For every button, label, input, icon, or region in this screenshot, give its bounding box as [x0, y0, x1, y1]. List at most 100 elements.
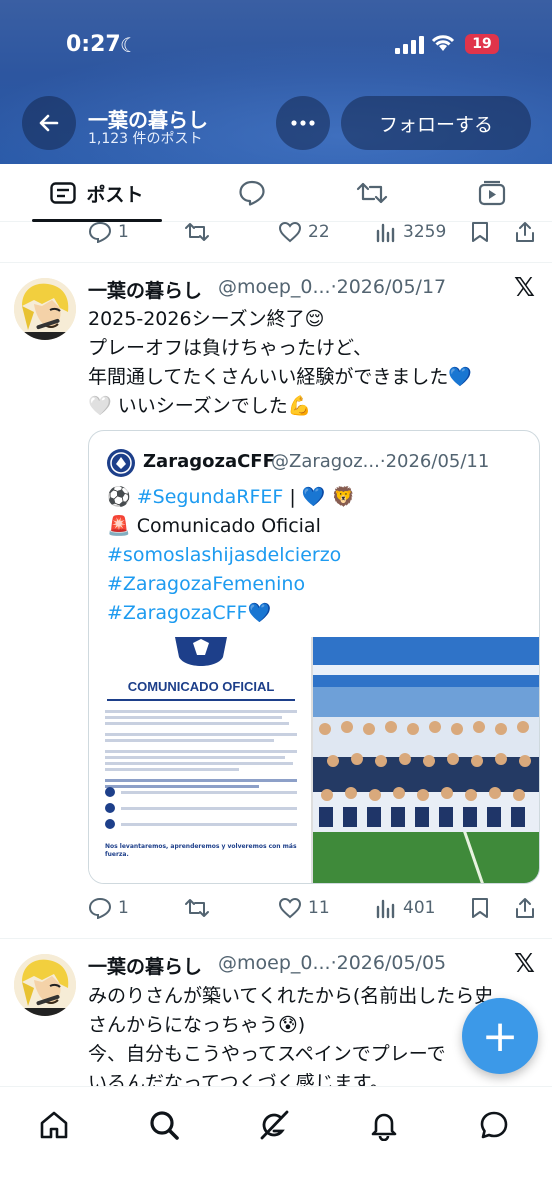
announcement-footer: Nos levantaremos, aprenderemos y volvere…	[105, 843, 297, 858]
signal-icon	[395, 36, 424, 54]
bookmark-action[interactable]	[470, 221, 490, 243]
crest-logo	[175, 637, 227, 666]
views-icon	[376, 899, 395, 919]
battery-indicator: 19	[465, 34, 499, 54]
tab-posts-label: ポスト	[86, 183, 144, 206]
avatar-image	[14, 954, 76, 1016]
x-logo-icon: 𝕏	[514, 273, 535, 303]
notifications-icon	[371, 1113, 397, 1141]
nav-grok[interactable]	[254, 1105, 294, 1145]
x-logo-icon: 𝕏	[514, 949, 535, 979]
nav-messages[interactable]	[474, 1105, 514, 1145]
quoted-author-name: ZaragozaCFF	[143, 451, 275, 472]
like-action[interactable]: 11	[278, 897, 330, 919]
hashtag-link[interactable]: #ZaragozaFemenino	[107, 570, 355, 599]
reposts-icon	[356, 182, 388, 204]
plus-icon: +	[481, 1010, 519, 1062]
tab-reposts[interactable]	[352, 164, 392, 222]
share-action[interactable]	[514, 897, 536, 919]
hashtag-link[interactable]: #ZaragozaCFF💙	[107, 599, 355, 628]
hashtag-link[interactable]: #SegundaRFEF	[137, 486, 284, 508]
post-line: 2025-2026シーズン終了😌	[88, 308, 325, 330]
quoted-line-tail: | 💙 🦁	[283, 486, 356, 508]
profile-tabs: ポスト	[0, 164, 552, 222]
post-meta: @moep_0...·2026/05/17	[218, 276, 447, 298]
soccer-ball-icon: ⚽️	[107, 486, 131, 508]
prev-post-actions: 1 22 3259	[88, 217, 538, 247]
quoted-post[interactable]: ZaragozaCFF @Zaragoz...·2026/05/11 ⚽️ #S…	[88, 430, 540, 884]
reply-action[interactable]: 1	[88, 221, 129, 243]
status-time: 0:27	[66, 32, 121, 57]
reply-count: 1	[118, 898, 129, 918]
views-count: 3259	[403, 222, 447, 242]
team-photo[interactable]	[313, 637, 539, 883]
back-button[interactable]	[22, 96, 76, 150]
like-count: 11	[308, 898, 330, 918]
more-options-button[interactable]	[276, 96, 330, 150]
quoted-media: COMUNICADO OFICIAL Nos levantaremos, apr…	[89, 637, 539, 883]
avatar[interactable]	[14, 278, 76, 340]
nav-search[interactable]	[144, 1105, 184, 1145]
post-text: 2025-2026シーズン終了😌 プレーオフは負けちゃったけど、 年間通してたく…	[88, 305, 538, 421]
announcement-bullets	[105, 787, 297, 835]
follow-button[interactable]: フォローする	[341, 96, 531, 150]
quoted-avatar	[107, 449, 135, 477]
heart-icon	[278, 221, 302, 243]
hashtag-link[interactable]: #somoslashijasdelcierzo	[107, 541, 355, 570]
announcement-body	[105, 707, 297, 791]
tab-posts[interactable]: ポスト	[32, 164, 162, 222]
avatar-image	[14, 278, 76, 340]
share-icon	[516, 222, 534, 242]
repost-action[interactable]	[184, 897, 210, 919]
back-arrow-icon	[39, 114, 59, 132]
repost-icon	[185, 899, 209, 917]
views-count: 401	[403, 898, 436, 918]
bookmark-action[interactable]	[470, 897, 490, 919]
post-author-name[interactable]: 一葉の暮らし	[88, 276, 202, 303]
post-line: 🤍 いいシーズンでした💪	[88, 395, 312, 417]
reply-count: 1	[118, 222, 129, 242]
reply-action[interactable]: 1	[88, 897, 129, 919]
tab-video[interactable]	[472, 164, 512, 222]
quoted-text: ⚽️ #SegundaRFEF | 💙 🦁 🚨 Comunicado Ofici…	[107, 483, 355, 628]
tab-replies[interactable]	[232, 164, 272, 222]
profile-header: 0:27 ☾ 19 一葉の暮らし 1,123 件のポスト フォローする	[0, 0, 552, 164]
post-divider	[0, 938, 552, 939]
nav-notifications[interactable]	[364, 1105, 404, 1145]
messages-icon	[480, 1111, 508, 1139]
announcement-heading: COMUNICADO OFICIAL	[127, 679, 275, 694]
team-photo-image	[313, 637, 539, 883]
posts-icon	[50, 182, 77, 204]
like-action[interactable]: 22	[278, 221, 330, 243]
post-line: 年間通してたくさんいい経験ができました💙	[88, 366, 473, 388]
home-icon	[40, 1111, 68, 1139]
bottom-nav	[0, 1086, 552, 1200]
reply-icon	[88, 897, 112, 919]
nav-home[interactable]	[34, 1105, 74, 1145]
battery-level: 19	[472, 36, 492, 52]
share-icon	[516, 898, 534, 918]
post-meta: @moep_0...·2026/05/05	[218, 952, 447, 974]
wifi-icon	[431, 35, 455, 51]
views-action[interactable]: 3259	[375, 221, 446, 243]
status-bar: 0:27 ☾ 19	[0, 0, 552, 90]
post-divider	[0, 262, 552, 263]
share-action[interactable]	[514, 221, 536, 243]
post-author-name[interactable]: 一葉の暮らし	[88, 952, 202, 979]
avatar[interactable]	[14, 954, 76, 1016]
heart-icon	[278, 897, 302, 919]
like-count: 22	[308, 222, 330, 242]
search-icon	[150, 1111, 179, 1140]
bookmark-icon	[472, 222, 488, 242]
video-icon	[478, 180, 506, 206]
quoted-meta: @Zaragoz...·2026/05/11	[271, 451, 490, 472]
heading-rule	[107, 699, 295, 701]
header-post-count: 1,123 件のポスト	[88, 131, 203, 147]
repost-action[interactable]	[184, 221, 210, 243]
post-line: プレーオフは負けちゃったけど、	[88, 337, 373, 359]
compose-button[interactable]: +	[462, 998, 538, 1074]
post-actions: 1 11 401	[88, 893, 538, 923]
announcement-image[interactable]: COMUNICADO OFICIAL Nos levantaremos, apr…	[89, 637, 313, 883]
views-action[interactable]: 401	[375, 897, 435, 919]
quoted-line: 🚨 Comunicado Oficial	[107, 515, 321, 537]
